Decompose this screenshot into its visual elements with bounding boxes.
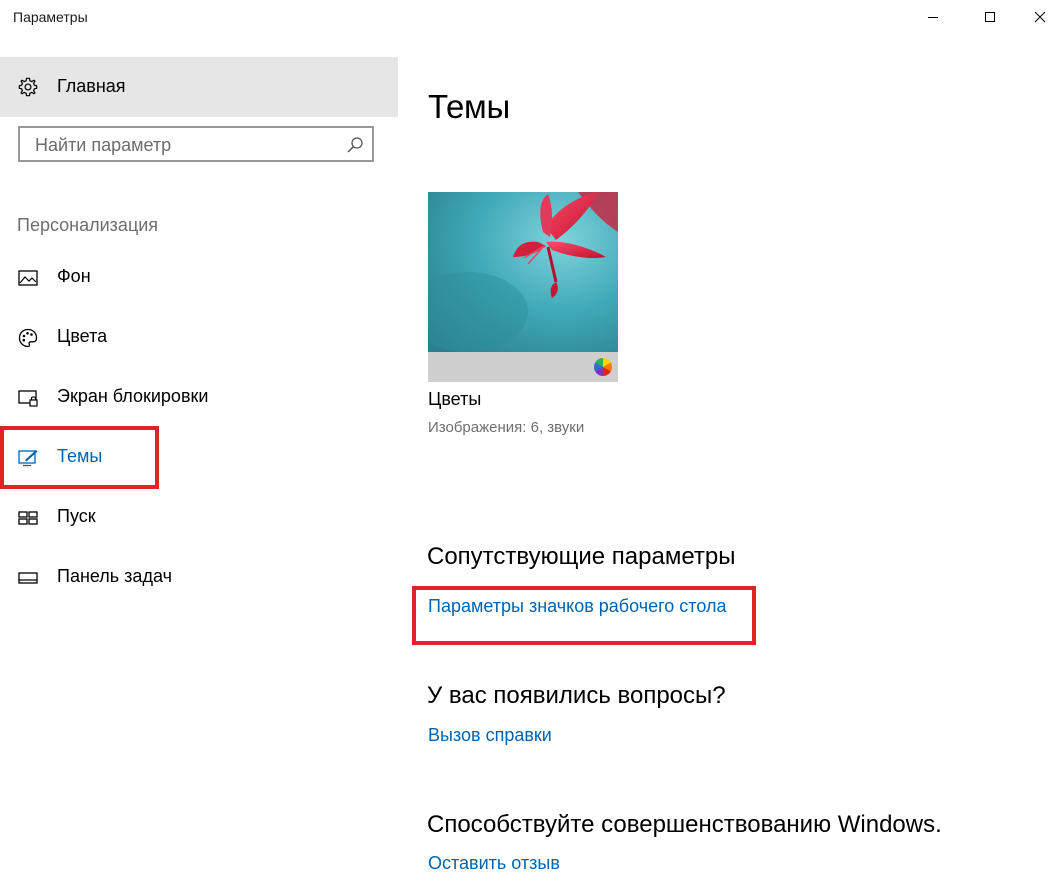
main-content: Темы Цветы Изображения: 6, звуки Сопутст… xyxy=(398,34,1062,895)
feedback-link[interactable]: Оставить отзыв xyxy=(428,853,560,874)
close-icon xyxy=(1034,11,1046,23)
search-field[interactable]: Найти параметр xyxy=(18,126,374,162)
search-icon[interactable] xyxy=(346,136,364,154)
taskbar-icon xyxy=(18,572,38,584)
close-button[interactable] xyxy=(1017,0,1062,34)
sidebar-item-taskbar[interactable]: Панель задач xyxy=(0,550,398,606)
color-wheel-icon xyxy=(594,358,612,376)
sidebar-item-start[interactable]: Пуск xyxy=(0,490,398,546)
sidebar-item-label: Панель задач xyxy=(57,566,172,586)
sidebar: Главная Найти параметр Персонализация Фо… xyxy=(0,34,398,895)
palette-icon xyxy=(18,328,38,348)
questions-heading: У вас появились вопросы? xyxy=(427,682,726,709)
sidebar-item-background[interactable]: Фон xyxy=(0,250,398,306)
desktop-icon-settings-link[interactable]: Параметры значков рабочего стола xyxy=(428,596,726,617)
sidebar-item-label: Темы xyxy=(57,446,103,466)
sidebar-item-lock-screen[interactable]: Экран блокировки xyxy=(0,370,398,426)
help-link[interactable]: Вызов справки xyxy=(428,725,552,746)
themes-icon xyxy=(18,450,38,467)
section-heading: Персонализация xyxy=(17,215,159,235)
theme-preview-image xyxy=(428,192,618,352)
home-label: Главная xyxy=(57,76,126,96)
maximize-icon xyxy=(985,12,995,22)
picture-icon xyxy=(18,270,38,286)
lock-screen-icon xyxy=(18,390,38,407)
improve-heading: Способствуйте совершенствованию Windows. xyxy=(427,811,942,838)
sidebar-item-themes[interactable]: Темы xyxy=(0,430,398,486)
title-bar: Параметры xyxy=(0,0,1062,34)
search-placeholder: Найти параметр xyxy=(35,135,172,155)
theme-color-strip xyxy=(428,352,618,382)
sidebar-item-label: Пуск xyxy=(57,506,96,526)
sidebar-item-label: Цвета xyxy=(57,326,108,346)
theme-name: Цветы xyxy=(428,389,482,409)
sidebar-item-label: Экран блокировки xyxy=(57,386,209,406)
start-icon xyxy=(18,511,38,525)
sidebar-item-colors[interactable]: Цвета xyxy=(0,310,398,366)
minimize-icon xyxy=(928,17,938,18)
related-heading: Сопутствующие параметры xyxy=(427,543,736,570)
window-title: Параметры xyxy=(13,9,88,25)
minimize-button[interactable] xyxy=(910,0,956,34)
maximize-button[interactable] xyxy=(967,0,1013,34)
sidebar-item-label: Фон xyxy=(57,266,91,286)
theme-card[interactable] xyxy=(428,192,618,382)
home-button[interactable]: Главная xyxy=(0,57,398,117)
theme-meta: Изображения: 6, звуки xyxy=(428,419,585,436)
page-title: Темы xyxy=(428,88,510,126)
gear-icon xyxy=(18,77,38,97)
